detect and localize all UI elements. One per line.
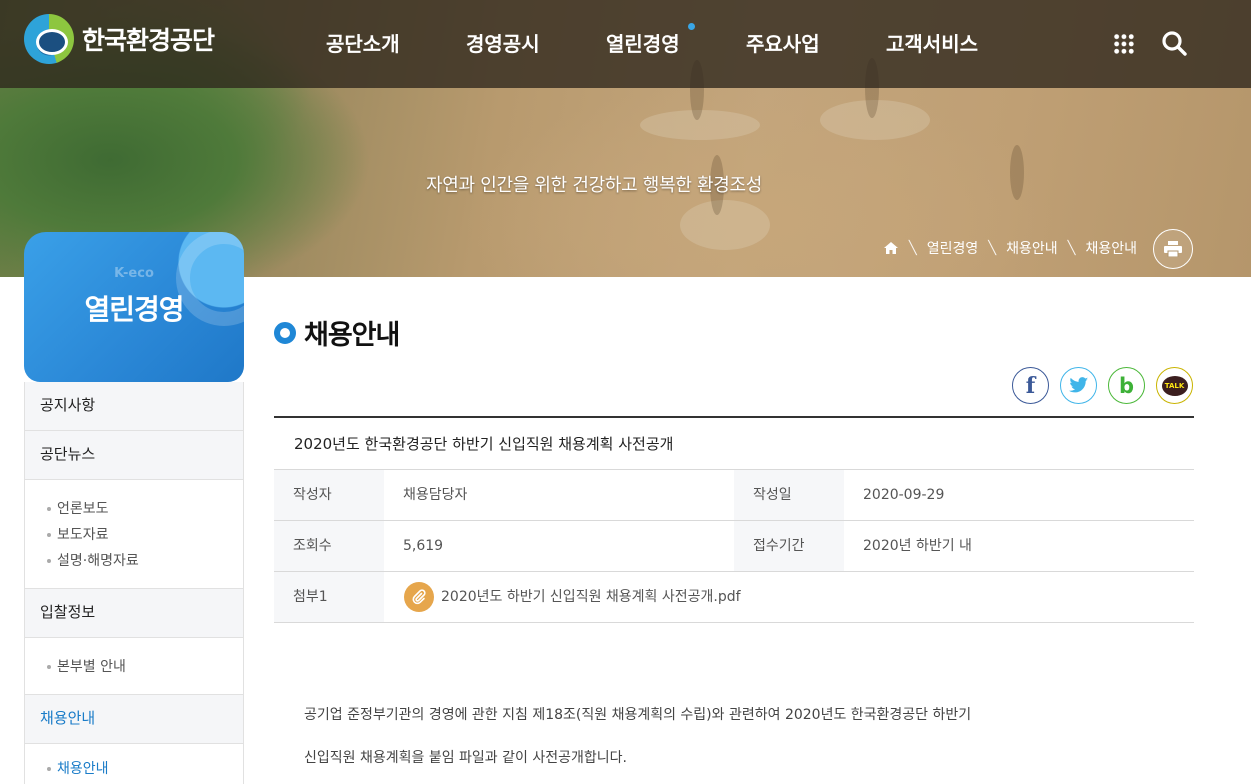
sidebar-subitem-clarification[interactable]: 설명·해명자료: [45, 548, 243, 574]
date-label: 작성일: [734, 470, 844, 520]
sidebar-subitem-recruitment[interactable]: 채용안내: [45, 756, 243, 782]
post-meta-row: 조회수 5,619 접수기간 2020년 하반기 내: [274, 521, 1194, 572]
share-buttons: f b TALK: [1012, 367, 1193, 404]
views-value: 5,619: [403, 538, 444, 554]
attachment-cell: 2020년도 하반기 신입직원 채용계획 사전공개.pdf: [384, 572, 1194, 622]
sidebar-submenu-bidding: 본부별 안내: [25, 638, 243, 695]
sidebar-submenu-recruitment: 채용안내: [25, 744, 243, 784]
nav-item-about[interactable]: 공단소개: [326, 28, 466, 57]
logo-text: 한국환경공단: [82, 26, 215, 55]
sidebar-item-bidding[interactable]: 입찰정보: [25, 589, 243, 638]
facebook-icon[interactable]: f: [1012, 367, 1049, 404]
sidebar-subitem-press-release[interactable]: 보도자료: [45, 522, 243, 548]
title-bullet-icon: [274, 321, 296, 344]
water-splash: [680, 200, 770, 250]
post-body-paragraph: 신입직원 채용계획을 붙임 파일과 같이 사전공개합니다.: [304, 750, 627, 766]
sitemap-grid-icon[interactable]: [1113, 33, 1135, 55]
band-icon[interactable]: b: [1108, 367, 1145, 404]
date-value: 2020-09-29: [863, 487, 945, 503]
breadcrumb-item[interactable]: 열린경영: [927, 238, 979, 258]
author-label: 작성자: [274, 470, 384, 520]
home-icon[interactable]: [883, 241, 899, 255]
nav-item-business[interactable]: 주요사업: [746, 28, 886, 57]
sidebar-submenu-news: 언론보도 보도자료 설명·해명자료: [25, 480, 243, 589]
sidebar-item-news[interactable]: 공단뉴스: [25, 431, 243, 480]
print-icon: [1164, 241, 1182, 257]
period-label: 접수기간: [734, 521, 844, 571]
nav-item-customer-service[interactable]: 고객서비스: [886, 28, 1026, 57]
post-body-paragraph: 공기업 준정부기관의 경영에 관한 지침 제18조(직원 채용계획의 수립)와 …: [304, 707, 972, 723]
logo-mark-icon: [24, 14, 74, 64]
post-view-table: 2020년도 한국환경공단 하반기 신입직원 채용계획 사전공개 작성자 채용담…: [274, 416, 1194, 623]
sidebar-menu: 공지사항 공단뉴스 언론보도 보도자료 설명·해명자료 입찰정보 본부별 안내 …: [24, 382, 244, 784]
sidebar-sub-label: K-eco: [114, 266, 154, 281]
top-navigation-bar: 한국환경공단 공단소개 경영공시 열린경영 주요사업 고객서비스: [0, 0, 1251, 88]
post-attachment-row: 첨부1 2020년도 하반기 신입직원 채용계획 사전공개.pdf: [274, 572, 1194, 623]
views-label: 조회수: [274, 521, 384, 571]
sidebar-title-box: K-eco 열린경영: [24, 232, 244, 382]
period-value: 2020년 하반기 내: [863, 538, 972, 554]
sidebar-subitem-headquarters[interactable]: 본부별 안내: [45, 654, 243, 680]
breadcrumb-separator: ╲: [1067, 240, 1076, 256]
page-title: 채용안내: [274, 313, 400, 352]
sidebar-item-notice[interactable]: 공지사항: [25, 382, 243, 431]
sidebar-item-recruitment[interactable]: 채용안내: [25, 695, 243, 744]
author-value: 채용담당자: [403, 487, 468, 503]
breadcrumb-separator: ╲: [908, 240, 917, 256]
hero-slogan: 자연과 인간을 위한 건강하고 행복한 환경조성: [426, 175, 763, 196]
kakaotalk-icon[interactable]: TALK: [1156, 367, 1193, 404]
breadcrumb-separator: ╲: [988, 240, 997, 256]
sidebar-subitem-press[interactable]: 언론보도: [45, 496, 243, 522]
person-figure: [1010, 145, 1024, 200]
post-body: 공기업 준정부기관의 경영에 관한 지침 제18조(직원 채용계획의 수립)와 …: [304, 694, 1164, 780]
post-meta-row: 작성자 채용담당자 작성일 2020-09-29: [274, 470, 1194, 521]
breadcrumb-item-current[interactable]: 채용안내: [1085, 238, 1137, 258]
breadcrumb: ╲ 열린경영 ╲ 채용안내 ╲ 채용안내: [883, 238, 1137, 258]
attachment-label: 첨부1: [274, 572, 384, 622]
page-title-text: 채용안내: [304, 320, 400, 351]
nav-item-disclosure[interactable]: 경영공시: [466, 28, 606, 57]
logo[interactable]: 한국환경공단: [24, 14, 215, 64]
kakao-talk-label: TALK: [1161, 375, 1188, 396]
twitter-icon[interactable]: [1060, 367, 1097, 404]
nav-item-open-management[interactable]: 열린경영: [606, 23, 746, 57]
sidebar-title: 열린경영: [84, 293, 184, 326]
main-nav: 공단소개 경영공시 열린경영 주요사업 고객서비스: [326, 23, 1026, 57]
paperclip-icon: [404, 582, 434, 612]
breadcrumb-item[interactable]: 채용안내: [1006, 238, 1058, 258]
print-button[interactable]: [1153, 229, 1193, 269]
search-icon[interactable]: [1161, 30, 1187, 56]
post-subject: 2020년도 한국환경공단 하반기 신입직원 채용계획 사전공개: [274, 418, 1194, 470]
attachment-link[interactable]: 2020년도 하반기 신입직원 채용계획 사전공개.pdf: [441, 572, 741, 622]
